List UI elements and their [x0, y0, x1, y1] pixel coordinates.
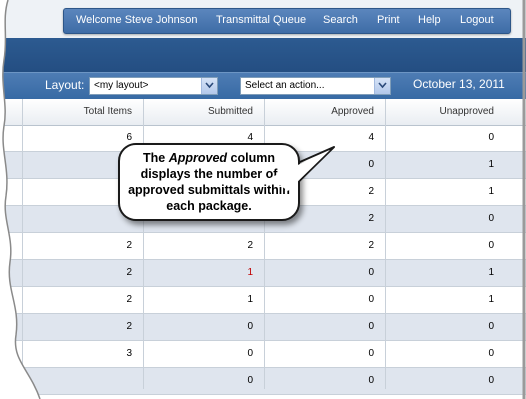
app-window: Welcome Steve Johnson Transmittal Queue …	[0, 0, 526, 399]
screenshot-frame: Welcome Steve Johnson Transmittal Queue …	[0, 0, 526, 399]
callout-pointer-cover	[0, 0, 526, 399]
